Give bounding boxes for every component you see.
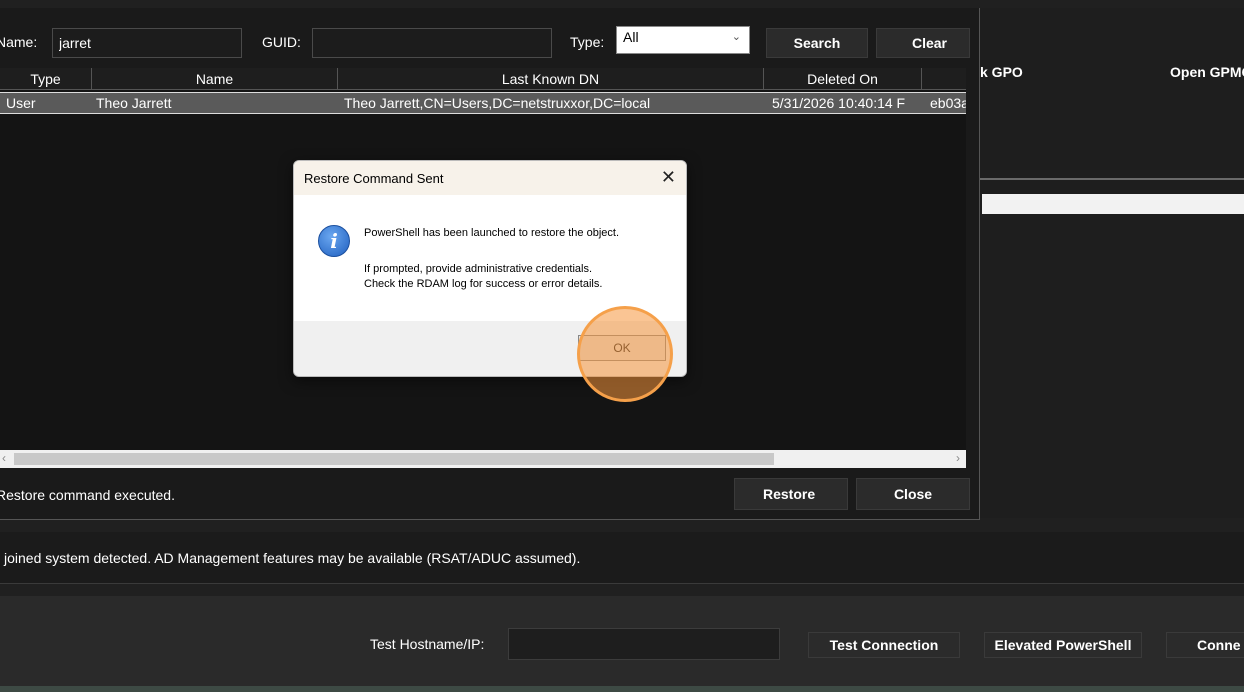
elevated-powershell-button[interactable]: Elevated PowerShell — [984, 632, 1142, 658]
guid-input[interactable] — [312, 28, 552, 58]
row-type: User — [6, 95, 36, 111]
status-bar: joined system detected. AD Management fe… — [0, 532, 1244, 584]
type-select[interactable]: All ⌄ — [616, 26, 750, 54]
row-deleted-on: 5/31/2026 10:40:14 F — [772, 95, 906, 111]
dialog-message-line1: PowerShell has been launched to restore … — [364, 227, 619, 239]
hostname-label: Test Hostname/IP: — [370, 636, 485, 652]
right-col-open-gpmc: Open GPMC — [1170, 64, 1244, 80]
col-header-guid[interactable] — [922, 68, 966, 90]
dialog-titlebar: Restore Command Sent ✕ — [294, 161, 686, 195]
table-row[interactable]: User Theo Jarrett Theo Jarrett,CN=Users,… — [0, 92, 966, 114]
scroll-left-icon[interactable]: ‹ — [2, 451, 6, 465]
right-panel-divider — [980, 178, 1244, 180]
name-label: Name: — [0, 34, 38, 50]
hostname-input[interactable] — [508, 628, 780, 660]
info-icon: i — [318, 225, 350, 257]
ok-button[interactable]: OK — [578, 335, 666, 361]
dialog-message-line3: Check the RDAM log for success or error … — [364, 278, 603, 290]
row-guid: eb03a — [930, 95, 966, 111]
bottom-image-strip — [0, 686, 1244, 692]
right-panel: k GPO Open GPMC — [980, 8, 1244, 518]
col-header-dn[interactable]: Last Known DN — [338, 68, 764, 90]
close-icon[interactable]: ✕ — [661, 167, 676, 188]
clear-button[interactable]: Clear — [876, 28, 970, 58]
right-panel-input[interactable] — [982, 194, 1244, 214]
scrollbar-thumb[interactable] — [14, 453, 774, 465]
close-button[interactable]: Close — [856, 478, 970, 510]
col-header-name[interactable]: Name — [92, 68, 338, 90]
connect-button[interactable]: Conne — [1166, 632, 1244, 658]
col-header-deleted-on[interactable]: Deleted On — [764, 68, 922, 90]
horizontal-scrollbar[interactable]: ‹ › — [0, 450, 966, 468]
search-button[interactable]: Search — [766, 28, 868, 58]
message-dialog: Restore Command Sent ✕ i PowerShell has … — [293, 160, 687, 377]
right-col-gpo: k GPO — [980, 64, 1023, 80]
type-select-value: All — [623, 29, 639, 45]
col-header-type[interactable]: Type — [0, 68, 92, 90]
test-connection-button[interactable]: Test Connection — [808, 632, 960, 658]
name-input[interactable] — [52, 28, 242, 58]
restore-button[interactable]: Restore — [734, 478, 848, 510]
ok-button-label: OK — [613, 341, 631, 355]
dialog-message-line2: If prompted, provide administrative cred… — [364, 263, 593, 275]
dialog-title: Restore Command Sent — [304, 171, 444, 186]
status-bar-text: joined system detected. AD Management fe… — [4, 550, 581, 566]
grid-header: Type Name Last Known DN Deleted On — [0, 68, 966, 90]
type-label: Type: — [570, 34, 605, 50]
guid-label: GUID: — [262, 34, 301, 50]
row-name: Theo Jarrett — [96, 95, 172, 111]
chevron-down-icon: ⌄ — [731, 31, 741, 43]
scroll-right-icon[interactable]: › — [956, 451, 960, 465]
bottom-toolbar: Test Hostname/IP: Test Connection Elevat… — [0, 596, 1244, 692]
dialog-footer: OK — [294, 321, 686, 376]
row-dn: Theo Jarrett,CN=Users,DC=netstruxxor,DC=… — [344, 95, 651, 111]
finder-status-text: Restore command executed. — [0, 487, 175, 503]
